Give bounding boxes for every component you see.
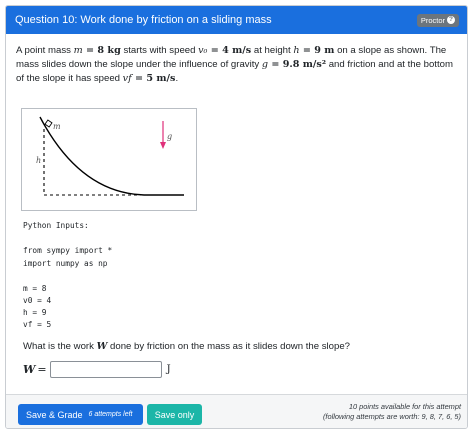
points-available: 10 points available for this attempt	[348, 402, 461, 411]
gravity-label: g	[167, 132, 172, 141]
following-attempts: (following attempts are worth: 9, 8, 7, …	[322, 412, 461, 421]
mass-value: = 8 kg	[82, 45, 121, 56]
save-and-grade-button[interactable]: Save & Grade 6 attempts left	[18, 404, 143, 425]
answer-input[interactable]	[49, 361, 162, 378]
code-line: import numpy as np	[23, 259, 108, 268]
question-prompt: What is the work W done by friction on t…	[23, 341, 350, 352]
height-label: h	[36, 156, 41, 165]
question-title: Question 10: Work done by friction on a …	[15, 14, 272, 26]
h-value: = 9 m	[299, 45, 335, 56]
problem-statement: A point mass m = 8 kg starts with speed …	[16, 44, 458, 86]
v0-symbol: v₀	[198, 45, 208, 56]
gravity-arrow-head	[160, 142, 166, 149]
code-line: m = 8	[23, 284, 47, 293]
answer-row: W = J	[23, 361, 171, 378]
code-line: h = 9	[23, 308, 47, 317]
w-symbol: W	[96, 341, 108, 352]
statement-text: .	[175, 73, 179, 84]
statement-text: at height	[251, 45, 294, 56]
python-inputs-heading: Python Inputs:	[23, 221, 89, 230]
answer-equals: =	[37, 363, 47, 376]
answer-label: W	[23, 363, 36, 376]
g-value: = 9.8 m/s²	[268, 59, 327, 70]
points-info: 10 points available for this attempt (fo…	[323, 402, 461, 422]
save-only-button[interactable]: Save only	[147, 404, 202, 425]
mass-label: m	[53, 122, 61, 131]
prompt-text: done by friction on the mass as it slide…	[107, 341, 351, 352]
mass-symbol: m	[73, 45, 83, 56]
proctor-label: Proctor	[420, 15, 445, 25]
grade-label: Save & Grade	[26, 409, 83, 420]
question-card: Question 10: Work done by friction on a …	[5, 5, 468, 429]
code-line: v0 = 4	[23, 296, 52, 305]
prompt-text: What is the work	[23, 341, 97, 352]
v0-value: = 4 m/s	[207, 45, 252, 56]
help-icon: ?	[447, 16, 455, 24]
vf-value: = 5 m/s	[131, 73, 176, 84]
proctor-badge[interactable]: Proctor ?	[416, 13, 459, 27]
statement-text: A point mass	[16, 45, 74, 56]
code-line: from sympy import *	[23, 246, 113, 255]
slope-diagram: m h g	[36, 116, 184, 196]
slope-figure: m h g	[21, 108, 197, 211]
code-line: vf = 5	[23, 320, 52, 329]
footer-bar: Save & Grade 6 attempts left Save only 1…	[6, 394, 467, 428]
attempts-left: 6 attempts left	[88, 411, 133, 418]
statement-text: starts with speed	[120, 45, 199, 56]
vf-symbol: vf	[122, 73, 132, 84]
mass-box	[44, 119, 53, 128]
answer-unit: J	[166, 364, 171, 375]
question-header: Question 10: Work done by friction on a …	[6, 6, 467, 34]
